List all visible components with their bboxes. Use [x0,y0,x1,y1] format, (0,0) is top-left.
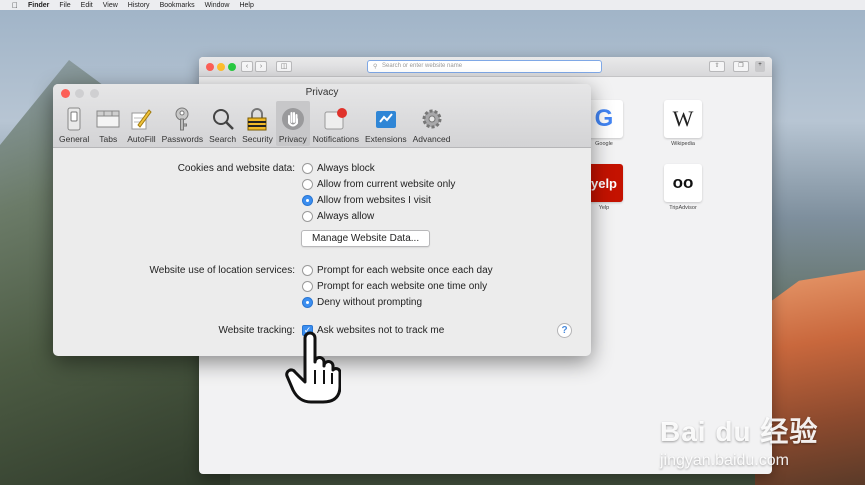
back-button[interactable]: ‹ [241,61,253,72]
forward-button[interactable]: › [255,61,267,72]
preferences-toolbar: Privacy General Tabs AutoFill Passwords … [53,84,591,148]
privacy-preferences-window: Privacy General Tabs AutoFill Passwords … [53,84,591,356]
gear-icon [419,106,445,132]
radio-button-selected[interactable] [302,195,313,206]
hand-cursor-icon [285,331,341,404]
zoom-button[interactable] [228,63,236,71]
tab-extensions[interactable]: Extensions [362,101,410,146]
favorite-wikipedia[interactable]: W Wikipedia [664,100,702,147]
close-button[interactable] [206,63,214,71]
sidebar-button[interactable]: ◫ [276,61,292,72]
tab-notifications[interactable]: Notifications [310,101,362,146]
cookies-option-always-block[interactable]: Always block [302,163,375,174]
manage-website-data-button[interactable]: Manage Website Data... [301,230,431,247]
hand-icon [280,106,306,132]
safari-toolbar: ‹ › ◫ ⚲ Search or enter website name ⇧ ❐… [199,57,772,77]
magnifier-icon [210,106,236,132]
share-button[interactable]: ⇧ [709,61,725,72]
menu-history[interactable]: History [128,2,150,9]
cookies-label: Cookies and website data: [177,163,295,174]
radio-button[interactable] [302,179,313,190]
location-option-one-time-only[interactable]: Prompt for each website one time only [302,281,487,292]
radio-button[interactable] [302,163,313,174]
cookies-option-always-allow[interactable]: Always allow [302,211,374,222]
watermark: Bai du 经验 jingyan.baidu.com [660,410,818,470]
tabs-overview-button[interactable]: ❐ [733,61,749,72]
tracking-label: Website tracking: [218,325,295,336]
address-bar[interactable]: ⚲ Search or enter website name [367,60,602,73]
tab-security[interactable]: Security [239,101,276,146]
help-button[interactable]: ? [557,323,572,338]
location-option-once-each-day[interactable]: Prompt for each website once each day [302,265,493,276]
favorite-label: Wikipedia [671,141,695,147]
menu-view[interactable]: View [103,2,118,9]
new-tab-button[interactable]: + [755,61,765,72]
preferences-tabs: General Tabs AutoFill Passwords Search S… [56,101,453,146]
puzzle-icon [373,106,399,132]
tab-general[interactable]: General [56,101,92,146]
menu-bar:  Finder File Edit View History Bookmark… [0,0,865,10]
menu-bookmarks[interactable]: Bookmarks [160,2,195,9]
menu-file[interactable]: File [59,2,70,9]
cookies-option-websites-i-visit[interactable]: Allow from websites I visit [302,195,431,206]
minimize-button[interactable] [217,63,225,71]
notification-icon [323,106,349,132]
tab-tabs[interactable]: Tabs [92,101,124,146]
tab-advanced[interactable]: Advanced [410,101,454,146]
location-option-deny[interactable]: Deny without prompting [302,297,422,308]
location-label: Website use of location services: [149,265,295,276]
tab-passwords[interactable]: Passwords [159,101,207,146]
apple-icon[interactable]:  [12,1,18,10]
watermark-logo: Bai du 经验 [660,416,819,447]
cookies-option-current-website[interactable]: Allow from current website only [302,179,455,190]
radio-button[interactable] [302,265,313,276]
padlock-icon [244,106,270,132]
switch-icon [61,106,87,132]
radio-button-selected[interactable] [302,297,313,308]
radio-button[interactable] [302,211,313,222]
menu-help[interactable]: Help [239,2,253,9]
tab-autofill[interactable]: AutoFill [124,101,158,146]
window-title: Privacy [305,87,339,98]
watermark-url: jingyan.baidu.com [660,452,789,469]
tab-privacy[interactable]: Privacy [275,101,310,146]
tripadvisor-icon: oo [664,164,702,202]
tabs-icon [95,106,121,132]
favorite-label: Yelp [598,205,610,211]
pencil-icon [128,106,154,132]
address-placeholder: Search or enter website name [382,63,463,69]
tab-search[interactable]: Search [206,101,239,146]
favorite-label: Google [595,141,613,147]
favorite-label: TripAdvisor [669,205,697,211]
wikipedia-icon: W [664,100,702,138]
menu-finder[interactable]: Finder [28,2,49,9]
search-icon: ⚲ [373,64,378,70]
menu-window[interactable]: Window [205,2,230,9]
radio-button[interactable] [302,281,313,292]
key-icon [169,106,195,132]
favorite-tripadvisor[interactable]: oo TripAdvisor [664,164,702,211]
menu-edit[interactable]: Edit [81,2,93,9]
